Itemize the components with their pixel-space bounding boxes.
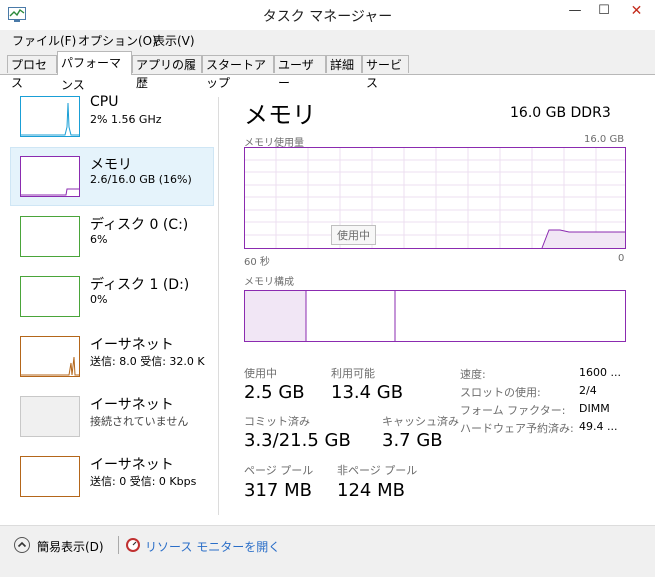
sidebar-item-title: イーサネット [90,397,174,413]
in-use-label: 使用中 [244,367,277,380]
cached-label: キャッシュ済み [382,415,459,428]
sidebar-item-subtitle: 0% [90,293,108,306]
sidebar-item-ethernet-3[interactable]: イーサネット 送信: 0 受信: 0 Kbps [10,448,220,506]
ethernet1-thumbnail-graph [20,336,80,377]
sidebar-item-subtitle: 送信: 0 受信: 0 Kbps [90,475,197,488]
nonpaged-pool-label: 非ページ プール [337,464,418,477]
sidebar-item-title: メモリ [90,157,132,173]
disk0-thumbnail-graph [20,216,80,257]
footer-separator [118,536,119,554]
tab-details[interactable]: 詳細 [326,55,362,73]
sidebar-item-title: CPU [90,94,119,110]
tab-startup[interactable]: スタートアップ [202,55,274,90]
open-resource-monitor-link[interactable]: リソース モニターを開く [145,538,280,555]
resource-monitor-icon [126,538,140,552]
available-label: 利用可能 [331,367,375,380]
hardware-reserved-label: ハードウェア予約済み: [460,422,574,435]
paged-pool-value: 317 MB [244,480,312,501]
hardware-reserved-value: 49.4 ... [579,420,618,433]
form-factor-value: DIMM [579,402,610,415]
tab-app-history[interactable]: アプリの履歴 [132,55,202,90]
memory-composition-bar [244,290,626,342]
ethernet2-thumbnail-graph [20,396,80,437]
sidebar-item-disk1[interactable]: ディスク 1 (D:) 0% [10,268,214,326]
minimize-button[interactable]: — [560,0,590,22]
sidebar-item-ethernet-2[interactable]: イーサネット 接続されていません [10,388,214,446]
available-value: 13.4 GB [331,382,404,403]
cached-value: 3.7 GB [382,430,443,451]
sidebar-item-subtitle: 2% 1.56 GHz [90,113,162,126]
tab-performance[interactable]: パフォーマンス [57,51,132,92]
slots-label: スロットの使用: [460,386,541,399]
sidebar-item-subtitle: 6% [90,233,108,246]
ethernet3-thumbnail-graph [20,456,80,497]
composition-label: メモリ構成 [244,277,294,288]
sidebar-item-title: イーサネット [90,337,174,353]
committed-value: 3.3/21.5 GB [244,430,351,451]
sidebar-item-ethernet-1[interactable]: イーサネット 送信: 8.0 受信: 32.0 K [10,328,220,386]
sidebar-item-cpu[interactable]: CPU 2% 1.56 GHz [10,88,214,146]
tab-users[interactable]: ユーザー [274,55,326,90]
sidebar-item-subtitle: 接続されていません [90,415,189,428]
memory-thumbnail-graph [20,156,80,197]
form-factor-label: フォーム ファクター: [460,404,566,417]
speed-label: 速度: [460,368,486,381]
committed-label: コミット済み [244,415,310,428]
slots-value: 2/4 [579,384,597,397]
close-button[interactable]: ✕ [618,0,655,22]
menu-bar: ファイル(F) オプション(O) 表示(V) [0,30,655,50]
cpu-thumbnail-graph [20,96,80,137]
sidebar-item-title: イーサネット [90,457,174,473]
usage-graph-max: 16.0 GB [584,134,625,145]
menu-view[interactable]: 表示(V) [153,32,195,49]
sidebar-item-title: ディスク 0 (C:) [90,217,189,233]
paged-pool-label: ページ プール [244,464,314,477]
sidebar-item-memory[interactable]: メモリ 2.6/16.0 GB (16%) [10,148,214,206]
sidebar-item-title: ディスク 1 (D:) [90,277,190,293]
memory-capacity: 16.0 GB DDR3 [510,105,611,121]
sidebar-item-subtitle: 送信: 8.0 受信: 32.0 K [90,355,205,368]
axis-left-label: 60 秒 [244,257,270,268]
tab-processes[interactable]: プロセス [7,55,57,90]
axis-right-label: 0 [618,253,625,264]
menu-file[interactable]: ファイル(F) [12,32,76,49]
sidebar-item-subtitle: 2.6/16.0 GB (16%) [90,173,192,186]
maximize-button[interactable]: ☐ [590,0,618,22]
in-use-value: 2.5 GB [244,382,305,403]
page-title: メモリ [244,101,316,129]
speed-value: 1600 ... [579,366,621,379]
graph-tooltip: 使用中 [331,225,376,245]
menu-options[interactable]: オプション(O) [78,32,157,49]
nonpaged-pool-value: 124 MB [337,480,405,501]
memory-usage-graph [244,147,626,249]
disk1-thumbnail-graph [20,276,80,317]
chevron-up-icon[interactable] [14,537,30,553]
title-bar: タスク マネージャー — ☐ ✕ [0,0,655,30]
sidebar-item-disk0[interactable]: ディスク 0 (C:) 6% [10,208,214,266]
tab-services[interactable]: サービス [362,55,409,90]
fewer-details-button[interactable]: 簡易表示(D) [37,538,104,555]
window-title: タスク マネージャー [262,9,393,25]
